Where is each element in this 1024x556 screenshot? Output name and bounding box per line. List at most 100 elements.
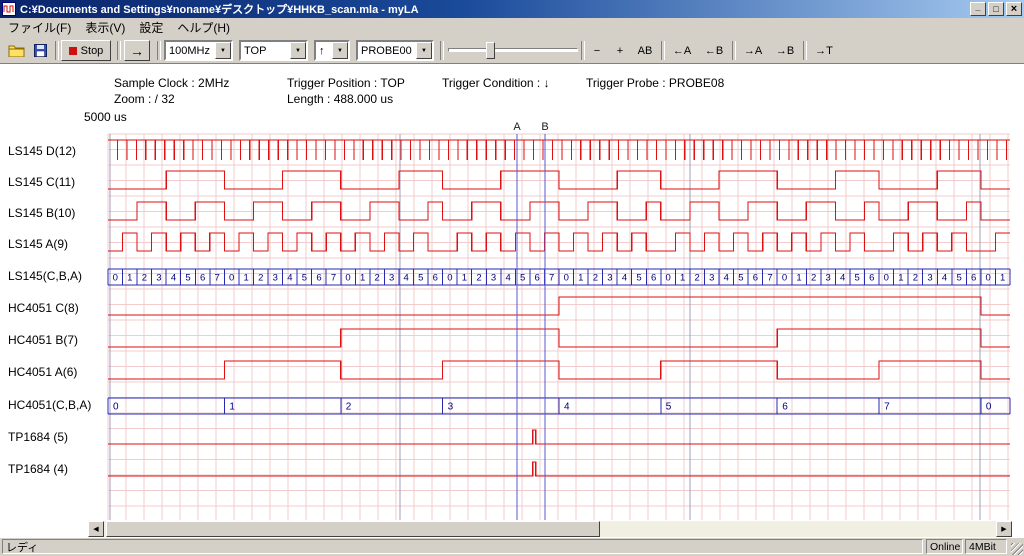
trigger-position-select[interactable]: TOP ▼ <box>239 40 308 61</box>
jump-trigger-button[interactable]: →T <box>809 40 839 61</box>
svg-text:0: 0 <box>884 273 889 284</box>
svg-text:0: 0 <box>665 273 670 284</box>
stop-icon <box>69 47 77 55</box>
trigger-position-value: TOP <box>241 42 290 59</box>
svg-text:6: 6 <box>971 273 976 284</box>
svg-text:2: 2 <box>593 273 598 284</box>
svg-text:0: 0 <box>229 273 234 284</box>
scroll-right-button[interactable]: ▶ <box>996 521 1012 537</box>
chevron-down-icon[interactable]: ▼ <box>215 42 231 59</box>
toolbar-separator <box>55 41 59 60</box>
scroll-right-icon: ▶ <box>1001 525 1006 533</box>
zoom-slider-track <box>448 48 578 52</box>
svg-text:2: 2 <box>476 273 481 284</box>
svg-text:3: 3 <box>156 273 161 284</box>
menu-help[interactable]: ヘルプ(H) <box>170 17 237 38</box>
close-button[interactable]: × <box>1006 2 1022 16</box>
trigger-edge-select[interactable]: ↑ ▼ <box>314 40 350 61</box>
svg-text:0: 0 <box>113 273 118 284</box>
jump-right-a-button[interactable]: →A <box>738 40 768 61</box>
svg-text:1: 1 <box>898 273 903 284</box>
close-icon: × <box>1011 4 1017 15</box>
svg-text:5: 5 <box>185 273 190 284</box>
trace-5 <box>108 297 1010 315</box>
zoom-slider-handle[interactable] <box>486 42 495 59</box>
zoom-out-button[interactable]: − <box>586 40 608 61</box>
waveform-plot[interactable]: 0123456701234567012345601234567012345601… <box>0 118 1016 521</box>
svg-text:5: 5 <box>666 402 672 413</box>
waveform-client-area: Sample Clock : 2MHz Trigger Position : T… <box>0 64 1024 537</box>
svg-text:3: 3 <box>825 273 830 284</box>
sample-rate-select[interactable]: 100MHz ▼ <box>164 40 233 61</box>
run-arrow-icon: → <box>130 43 144 59</box>
app-icon <box>2 2 16 16</box>
open-file-button[interactable] <box>5 40 28 61</box>
run-button[interactable]: → <box>124 40 150 61</box>
svg-text:0: 0 <box>564 273 569 284</box>
title-bar[interactable]: C:¥Documents and Settings¥noname¥デスクトップ¥… <box>0 0 1024 18</box>
horizontal-scrollbar[interactable]: ◀ ▶ <box>88 521 1012 537</box>
memory-status-panel: 4MBit <box>965 539 1007 554</box>
svg-text:4: 4 <box>942 273 947 284</box>
chevron-down-icon[interactable]: ▼ <box>332 42 348 59</box>
zoom-slider[interactable] <box>448 40 578 61</box>
svg-text:1: 1 <box>680 273 685 284</box>
jump-left-a-button[interactable]: ←A <box>667 40 697 61</box>
svg-text:4: 4 <box>287 273 292 284</box>
sample-rate-value: 100MHz <box>166 42 215 59</box>
stop-button[interactable]: Stop <box>61 40 111 61</box>
menu-file[interactable]: ファイル(F) <box>1 17 78 38</box>
toolbar-separator <box>440 41 444 60</box>
svg-text:0: 0 <box>986 273 991 284</box>
svg-text:6: 6 <box>753 273 758 284</box>
maximize-button[interactable]: □ <box>988 2 1004 16</box>
svg-text:0: 0 <box>345 273 350 284</box>
memory-status: 4MBit <box>969 541 996 553</box>
svg-text:5: 5 <box>302 273 307 284</box>
cursor-ab-button[interactable]: AB <box>632 40 658 61</box>
zoom-in-button[interactable]: + <box>609 40 631 61</box>
svg-text:5: 5 <box>855 273 860 284</box>
svg-text:1: 1 <box>796 273 801 284</box>
menu-view[interactable]: 表示(V) <box>78 17 132 38</box>
minimize-button[interactable]: _ <box>970 2 986 16</box>
svg-text:2: 2 <box>142 273 147 284</box>
chevron-down-icon[interactable]: ▼ <box>290 42 306 59</box>
svg-text:3: 3 <box>448 402 454 413</box>
svg-text:1: 1 <box>462 273 467 284</box>
svg-text:6: 6 <box>651 273 656 284</box>
svg-text:2: 2 <box>346 402 352 413</box>
jump-left-b-button[interactable]: ←B <box>699 40 729 61</box>
svg-text:5: 5 <box>520 273 525 284</box>
toolbar-separator <box>117 41 121 60</box>
scrollbar-thumb[interactable] <box>106 521 600 537</box>
svg-text:2: 2 <box>811 273 816 284</box>
length-info: Length : 488.000 us <box>287 92 393 106</box>
svg-text:3: 3 <box>389 273 394 284</box>
resize-grip[interactable] <box>1011 543 1023 555</box>
cursor-a-label: A <box>513 121 521 133</box>
maximize-icon: □ <box>993 5 998 14</box>
chevron-down-icon[interactable]: ▼ <box>416 42 432 59</box>
status-bar: レディ Online 4MBit <box>0 537 1024 556</box>
svg-text:4: 4 <box>171 273 176 284</box>
menu-settings[interactable]: 設定 <box>132 17 170 38</box>
svg-text:0: 0 <box>986 402 992 413</box>
svg-text:4: 4 <box>505 273 510 284</box>
svg-text:1: 1 <box>229 402 235 413</box>
save-button[interactable] <box>29 40 52 61</box>
toolbar-separator <box>581 41 585 60</box>
zoom-info: Zoom : / 32 <box>114 92 175 106</box>
svg-text:5: 5 <box>418 273 423 284</box>
svg-text:7: 7 <box>549 273 554 284</box>
svg-text:6: 6 <box>535 273 540 284</box>
svg-text:7: 7 <box>884 402 890 413</box>
jump-right-b-button[interactable]: →B <box>770 40 800 61</box>
trigger-probe-select[interactable]: PROBE00 ▼ <box>356 40 434 61</box>
scroll-left-button[interactable]: ◀ <box>88 521 104 537</box>
svg-text:6: 6 <box>316 273 321 284</box>
window-title: C:¥Documents and Settings¥noname¥デスクトップ¥… <box>20 1 968 17</box>
status-message: レディ <box>6 539 38 554</box>
svg-text:1: 1 <box>244 273 249 284</box>
svg-text:7: 7 <box>214 273 219 284</box>
